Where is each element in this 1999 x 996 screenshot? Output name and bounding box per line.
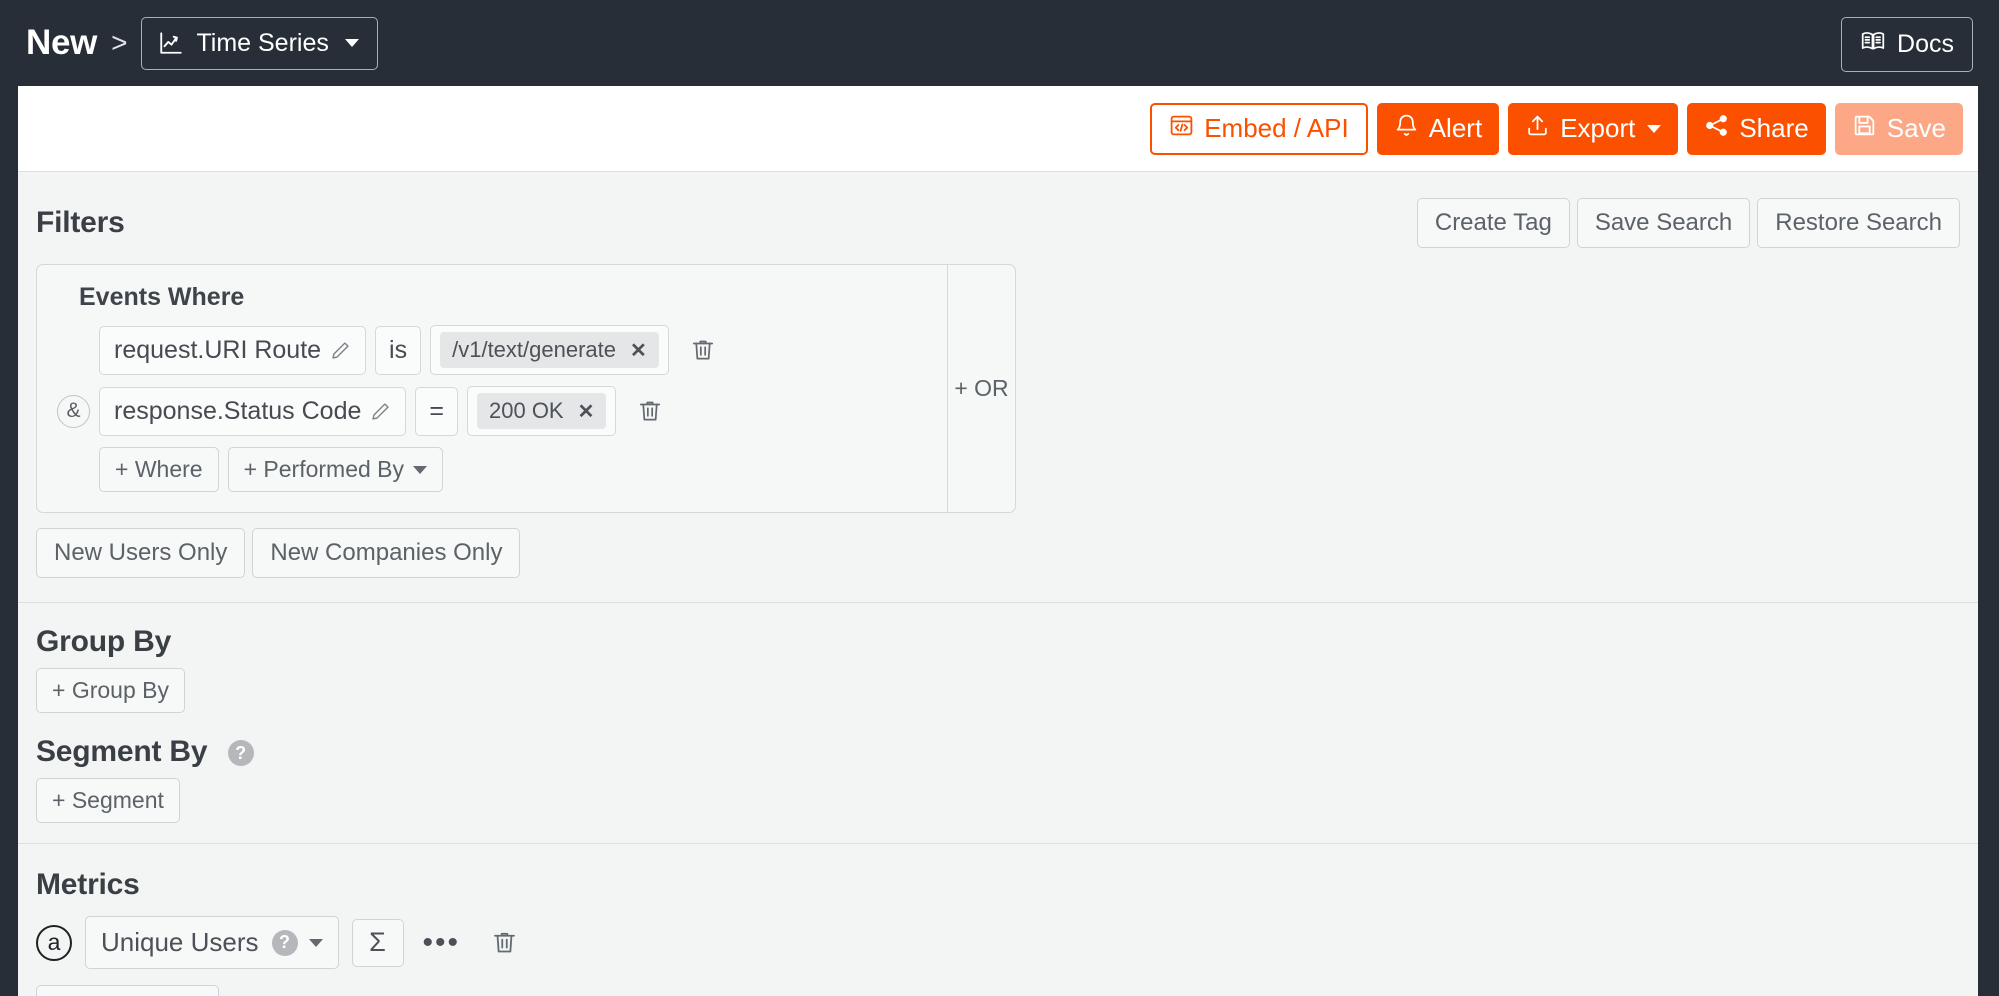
- export-label: Export: [1560, 113, 1635, 144]
- add-performed-by-label: + Performed By: [244, 456, 404, 483]
- audience-filter-row: New Users Only New Companies Only: [36, 528, 1960, 602]
- delete-condition-icon[interactable]: [690, 337, 716, 363]
- app-root: New > Time Series: [0, 0, 1999, 996]
- chart-type-label: Time Series: [196, 29, 328, 58]
- chevron-down-icon: [1647, 125, 1661, 133]
- filter-field-label: response.Status Code: [114, 397, 361, 426]
- group-by-title: Group By: [36, 625, 1960, 659]
- aggregation-button[interactable]: Σ: [352, 919, 404, 967]
- share-label: Share: [1739, 113, 1808, 144]
- share-button[interactable]: Share: [1687, 103, 1825, 155]
- chevron-down-icon: [345, 39, 359, 47]
- floppy-disk-icon: [1852, 113, 1877, 145]
- chevron-down-icon: [413, 466, 427, 474]
- help-icon[interactable]: ?: [228, 740, 254, 766]
- add-condition-row: + Where + Performed By: [57, 447, 927, 492]
- query-builder: Filters Create Tag Save Search Restore S…: [18, 171, 1978, 996]
- filter-value-chip: 200 OK ✕: [477, 393, 606, 429]
- add-performed-by-button[interactable]: + Performed By: [228, 447, 443, 492]
- docs-label: Docs: [1897, 30, 1954, 59]
- new-users-only-button[interactable]: New Users Only: [36, 528, 245, 578]
- events-where-box: Events Where request.URI Route: [36, 264, 1016, 513]
- filter-value-label: 200 OK: [489, 398, 564, 424]
- metrics-section: Metrics a Unique Users ? Σ •••: [18, 844, 1978, 996]
- docs-button[interactable]: Docs: [1841, 17, 1973, 72]
- filter-operator-selector[interactable]: =: [415, 387, 458, 436]
- metric-more-options-icon[interactable]: •••: [417, 936, 467, 950]
- filters-actions: Create Tag Save Search Restore Search: [1417, 198, 1960, 248]
- breadcrumb-root[interactable]: New: [26, 23, 97, 63]
- new-companies-only-button[interactable]: New Companies Only: [252, 528, 520, 578]
- filter-condition-row: request.URI Route is /v1/tex: [57, 325, 927, 375]
- alert-button[interactable]: Alert: [1377, 103, 1499, 155]
- line-chart-icon: [158, 30, 184, 56]
- add-group-by-button[interactable]: + Group By: [36, 668, 185, 713]
- add-or-group-button[interactable]: + OR: [948, 265, 1015, 512]
- upload-icon: [1525, 113, 1550, 145]
- filter-field-selector[interactable]: response.Status Code: [99, 387, 406, 436]
- breadcrumb: New > Time Series: [26, 17, 378, 70]
- group-segment-section: Group By + Group By Segment By ? + Segme…: [18, 603, 1978, 843]
- pencil-icon[interactable]: [330, 340, 351, 361]
- chart-type-selector[interactable]: Time Series: [141, 17, 377, 70]
- filter-operator-selector[interactable]: is: [375, 326, 421, 375]
- restore-search-button[interactable]: Restore Search: [1757, 198, 1960, 248]
- help-icon[interactable]: ?: [272, 930, 298, 956]
- pencil-icon[interactable]: [370, 401, 391, 422]
- create-tag-button[interactable]: Create Tag: [1417, 198, 1570, 248]
- chevron-down-icon: [309, 939, 323, 947]
- embed-api-label: Embed / API: [1204, 113, 1349, 144]
- filters-header: Filters Create Tag Save Search Restore S…: [36, 172, 1960, 258]
- book-icon: [1860, 28, 1886, 61]
- filter-value-chip: /v1/text/generate ✕: [440, 332, 659, 368]
- filter-value-selector[interactable]: 200 OK ✕: [467, 386, 616, 436]
- filters-section: Filters Create Tag Save Search Restore S…: [18, 172, 1978, 602]
- segment-by-title: Segment By ?: [36, 735, 1960, 769]
- remove-value-icon[interactable]: ✕: [630, 338, 647, 363]
- delete-condition-icon[interactable]: [637, 398, 663, 424]
- events-where-conditions: Events Where request.URI Route: [37, 265, 948, 512]
- events-where-label: Events Where: [57, 283, 927, 312]
- code-window-icon: [1169, 113, 1194, 145]
- export-button[interactable]: Export: [1508, 103, 1678, 155]
- remove-value-icon[interactable]: ✕: [578, 399, 595, 424]
- alert-label: Alert: [1429, 113, 1482, 144]
- save-label: Save: [1887, 113, 1946, 144]
- metric-selector[interactable]: Unique Users ?: [85, 916, 339, 969]
- action-bar: Embed / API Alert: [18, 86, 1978, 171]
- metric-name-label: Unique Users: [101, 927, 259, 958]
- connector-and-toggle[interactable]: &: [57, 395, 90, 428]
- metric-letter-badge: a: [36, 925, 72, 961]
- filters-title: Filters: [36, 206, 125, 240]
- save-button[interactable]: Save: [1835, 103, 1963, 155]
- embed-api-button[interactable]: Embed / API: [1150, 103, 1368, 155]
- filter-field-selector[interactable]: request.URI Route: [99, 326, 366, 375]
- bell-icon: [1394, 113, 1419, 145]
- add-where-button[interactable]: + Where: [99, 447, 219, 492]
- add-metric-button[interactable]: + Add Metric: [36, 985, 219, 996]
- filter-condition-row: & response.Status Code =: [57, 386, 927, 436]
- delete-metric-icon[interactable]: [491, 929, 518, 956]
- metric-row: a Unique Users ? Σ •••: [36, 916, 1960, 969]
- filter-value-selector[interactable]: /v1/text/generate ✕: [430, 325, 669, 375]
- filter-field-label: request.URI Route: [114, 336, 321, 365]
- add-where-label: + Where: [115, 456, 203, 483]
- add-segment-button[interactable]: + Segment: [36, 778, 180, 823]
- top-bar: New > Time Series: [0, 0, 1999, 86]
- share-nodes-icon: [1704, 113, 1729, 145]
- save-search-button[interactable]: Save Search: [1577, 198, 1750, 248]
- filter-value-label: /v1/text/generate: [452, 337, 616, 363]
- segment-by-label: Segment By: [36, 735, 207, 768]
- metrics-title: Metrics: [36, 868, 1960, 902]
- breadcrumb-separator: >: [111, 27, 127, 59]
- content-panel: Embed / API Alert: [18, 86, 1978, 996]
